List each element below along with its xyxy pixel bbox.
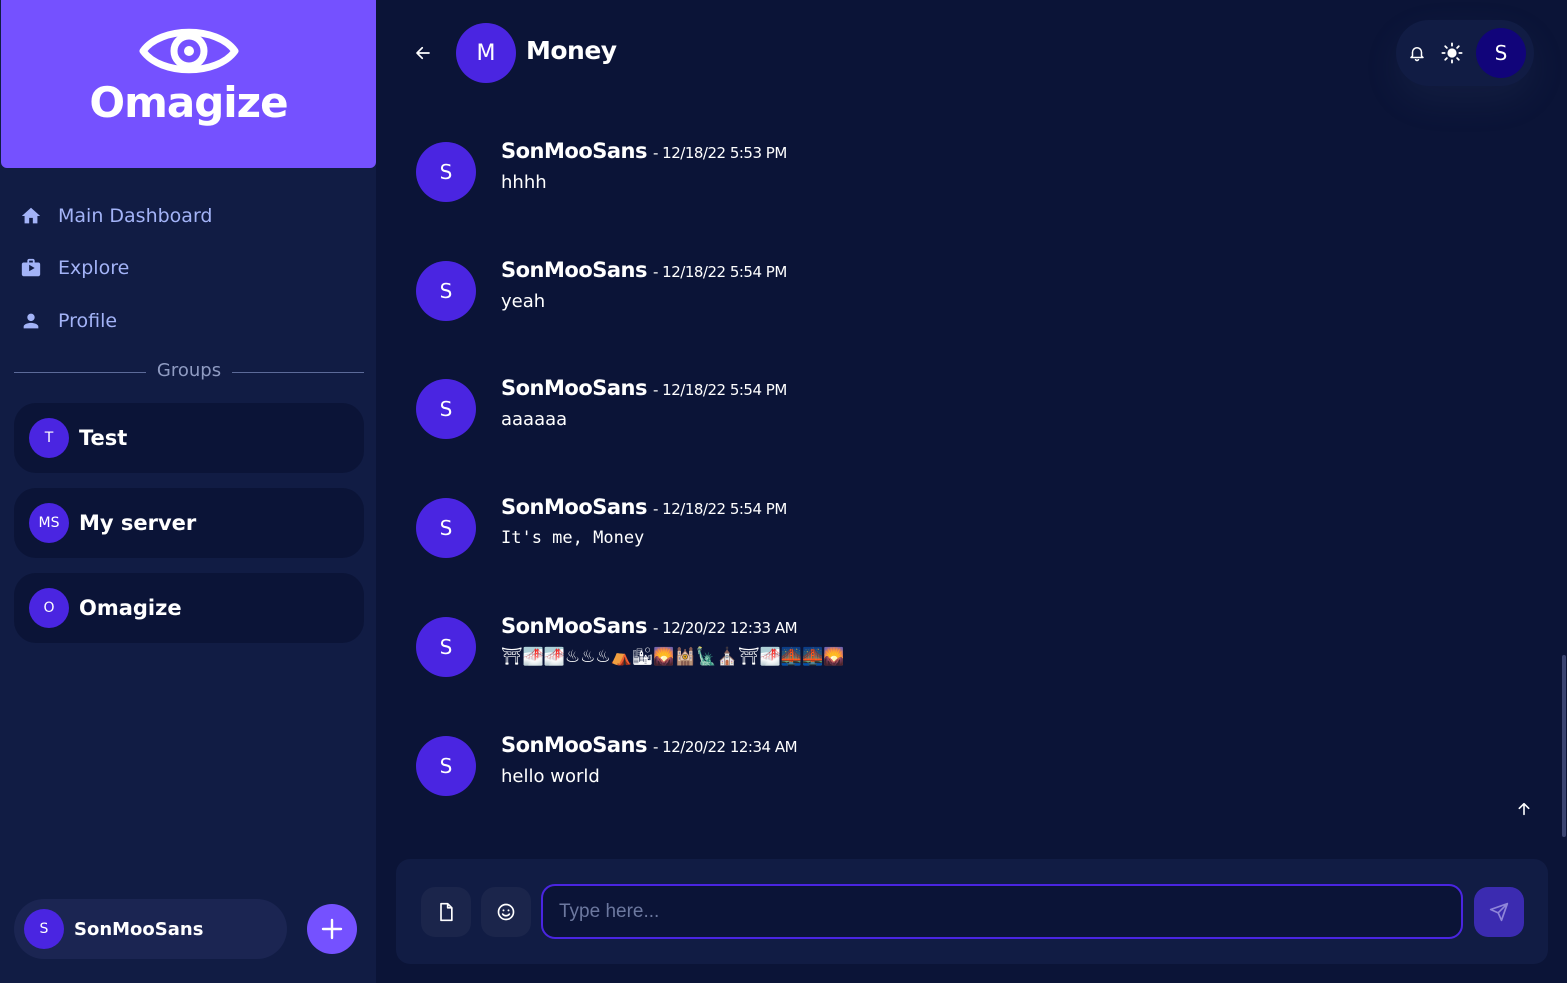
theme-toggle-button[interactable] [1440, 41, 1464, 65]
notifications-button[interactable] [1406, 42, 1428, 64]
divider-line [232, 372, 364, 373]
back-button[interactable] [410, 40, 436, 66]
scroll-to-top-button[interactable] [1512, 797, 1536, 821]
avatar: S [416, 379, 476, 439]
room-avatar: M [456, 23, 516, 83]
message-author: SonMooSans - 12/20/22 12:34 AM [501, 733, 798, 757]
message-composer [396, 859, 1548, 964]
message-text: yeah [501, 291, 546, 312]
brand-name: Omagize [89, 78, 288, 127]
author-name: SonMooSans [501, 614, 648, 638]
person-icon [20, 310, 42, 332]
message-text: hhhh [501, 172, 547, 193]
message-emoji-text: ⛩🌁🌁♨♨♨⛺🏙🌄🕍🗽⛪⛩🌁🌉🌉🌄 [501, 647, 845, 667]
message-author: SonMooSans - 12/20/22 12:33 AM [501, 614, 798, 638]
bell-icon [1410, 47, 1424, 62]
avatar: S [416, 736, 476, 796]
sun-icon [1441, 42, 1463, 64]
arrow-up-icon [1518, 802, 1530, 816]
author-name: SonMooSans [501, 258, 648, 282]
plus-icon [321, 918, 343, 940]
message-author: SonMooSans - 12/18/22 5:54 PM [501, 258, 787, 282]
message-timestamp: - 12/18/22 5:54 PM [653, 500, 787, 518]
message-timestamp: - 12/20/22 12:33 AM [653, 619, 798, 637]
send-button[interactable] [1474, 887, 1524, 937]
message-timestamp: - 12/18/22 5:53 PM [653, 144, 787, 162]
user-avatar-button[interactable]: S [1476, 28, 1526, 78]
group-name: My server [79, 511, 197, 535]
current-user-pill[interactable]: S SonMooSans [14, 899, 287, 959]
group-avatar: O [29, 588, 69, 628]
author-name: SonMooSans [501, 376, 648, 400]
group-item-test[interactable]: T Test [14, 403, 364, 473]
nav-explore[interactable]: Explore [20, 253, 129, 283]
groups-divider: Groups [14, 360, 364, 386]
home-icon [20, 205, 42, 227]
group-avatar: MS [29, 503, 69, 543]
room-title: Money [526, 36, 617, 65]
author-name: SonMooSans [501, 495, 648, 519]
message-author: SonMooSans - 12/18/22 5:54 PM [501, 495, 787, 519]
group-name: Test [79, 426, 128, 450]
group-avatar: T [29, 418, 69, 458]
attach-file-button[interactable] [421, 887, 471, 937]
scrollbar[interactable] [1562, 655, 1566, 837]
top-toolbar: S [1396, 20, 1534, 86]
file-icon [440, 902, 453, 922]
message-author: SonMooSans - 12/18/22 5:54 PM [501, 376, 787, 400]
avatar: S [416, 261, 476, 321]
group-name: Omagize [79, 596, 182, 620]
emoji-button[interactable] [481, 887, 531, 937]
message-input[interactable] [541, 884, 1463, 939]
sidebar: Omagize Main Dashboard Explore Profile G… [0, 0, 376, 983]
avatar: S [416, 498, 476, 558]
message-text: It's me, Money [501, 528, 645, 548]
brand-header: Omagize [1, 0, 376, 168]
arrow-left-icon [416, 46, 430, 60]
group-item-omagize[interactable]: O Omagize [14, 573, 364, 643]
message-text: hello world [501, 766, 600, 787]
nav-label: Main Dashboard [58, 205, 213, 227]
avatar: S [416, 142, 476, 202]
add-group-button[interactable] [307, 904, 357, 954]
message-text: aaaaaa [501, 409, 568, 430]
group-item-my-server[interactable]: MS My server [14, 488, 364, 558]
eye-icon [139, 28, 239, 74]
nav-main-dashboard[interactable]: Main Dashboard [20, 201, 212, 231]
send-icon [1489, 902, 1509, 922]
author-name: SonMooSans [501, 733, 648, 757]
current-user-name: SonMooSans [74, 918, 204, 940]
avatar: S [24, 909, 64, 949]
nav-profile[interactable]: Profile [20, 306, 117, 336]
message-timestamp: - 12/18/22 5:54 PM [653, 381, 787, 399]
groups-heading: Groups [156, 360, 222, 381]
author-name: SonMooSans [501, 139, 648, 163]
nav-label: Profile [58, 310, 118, 332]
nav-label: Explore [58, 257, 130, 279]
message-author: SonMooSans - 12/18/22 5:53 PM [501, 139, 787, 163]
briefcase-icon [20, 257, 42, 279]
message-timestamp: - 12/20/22 12:34 AM [653, 738, 798, 756]
avatar: S [416, 617, 476, 677]
smile-icon [497, 903, 515, 921]
message-timestamp: - 12/18/22 5:54 PM [653, 263, 787, 281]
